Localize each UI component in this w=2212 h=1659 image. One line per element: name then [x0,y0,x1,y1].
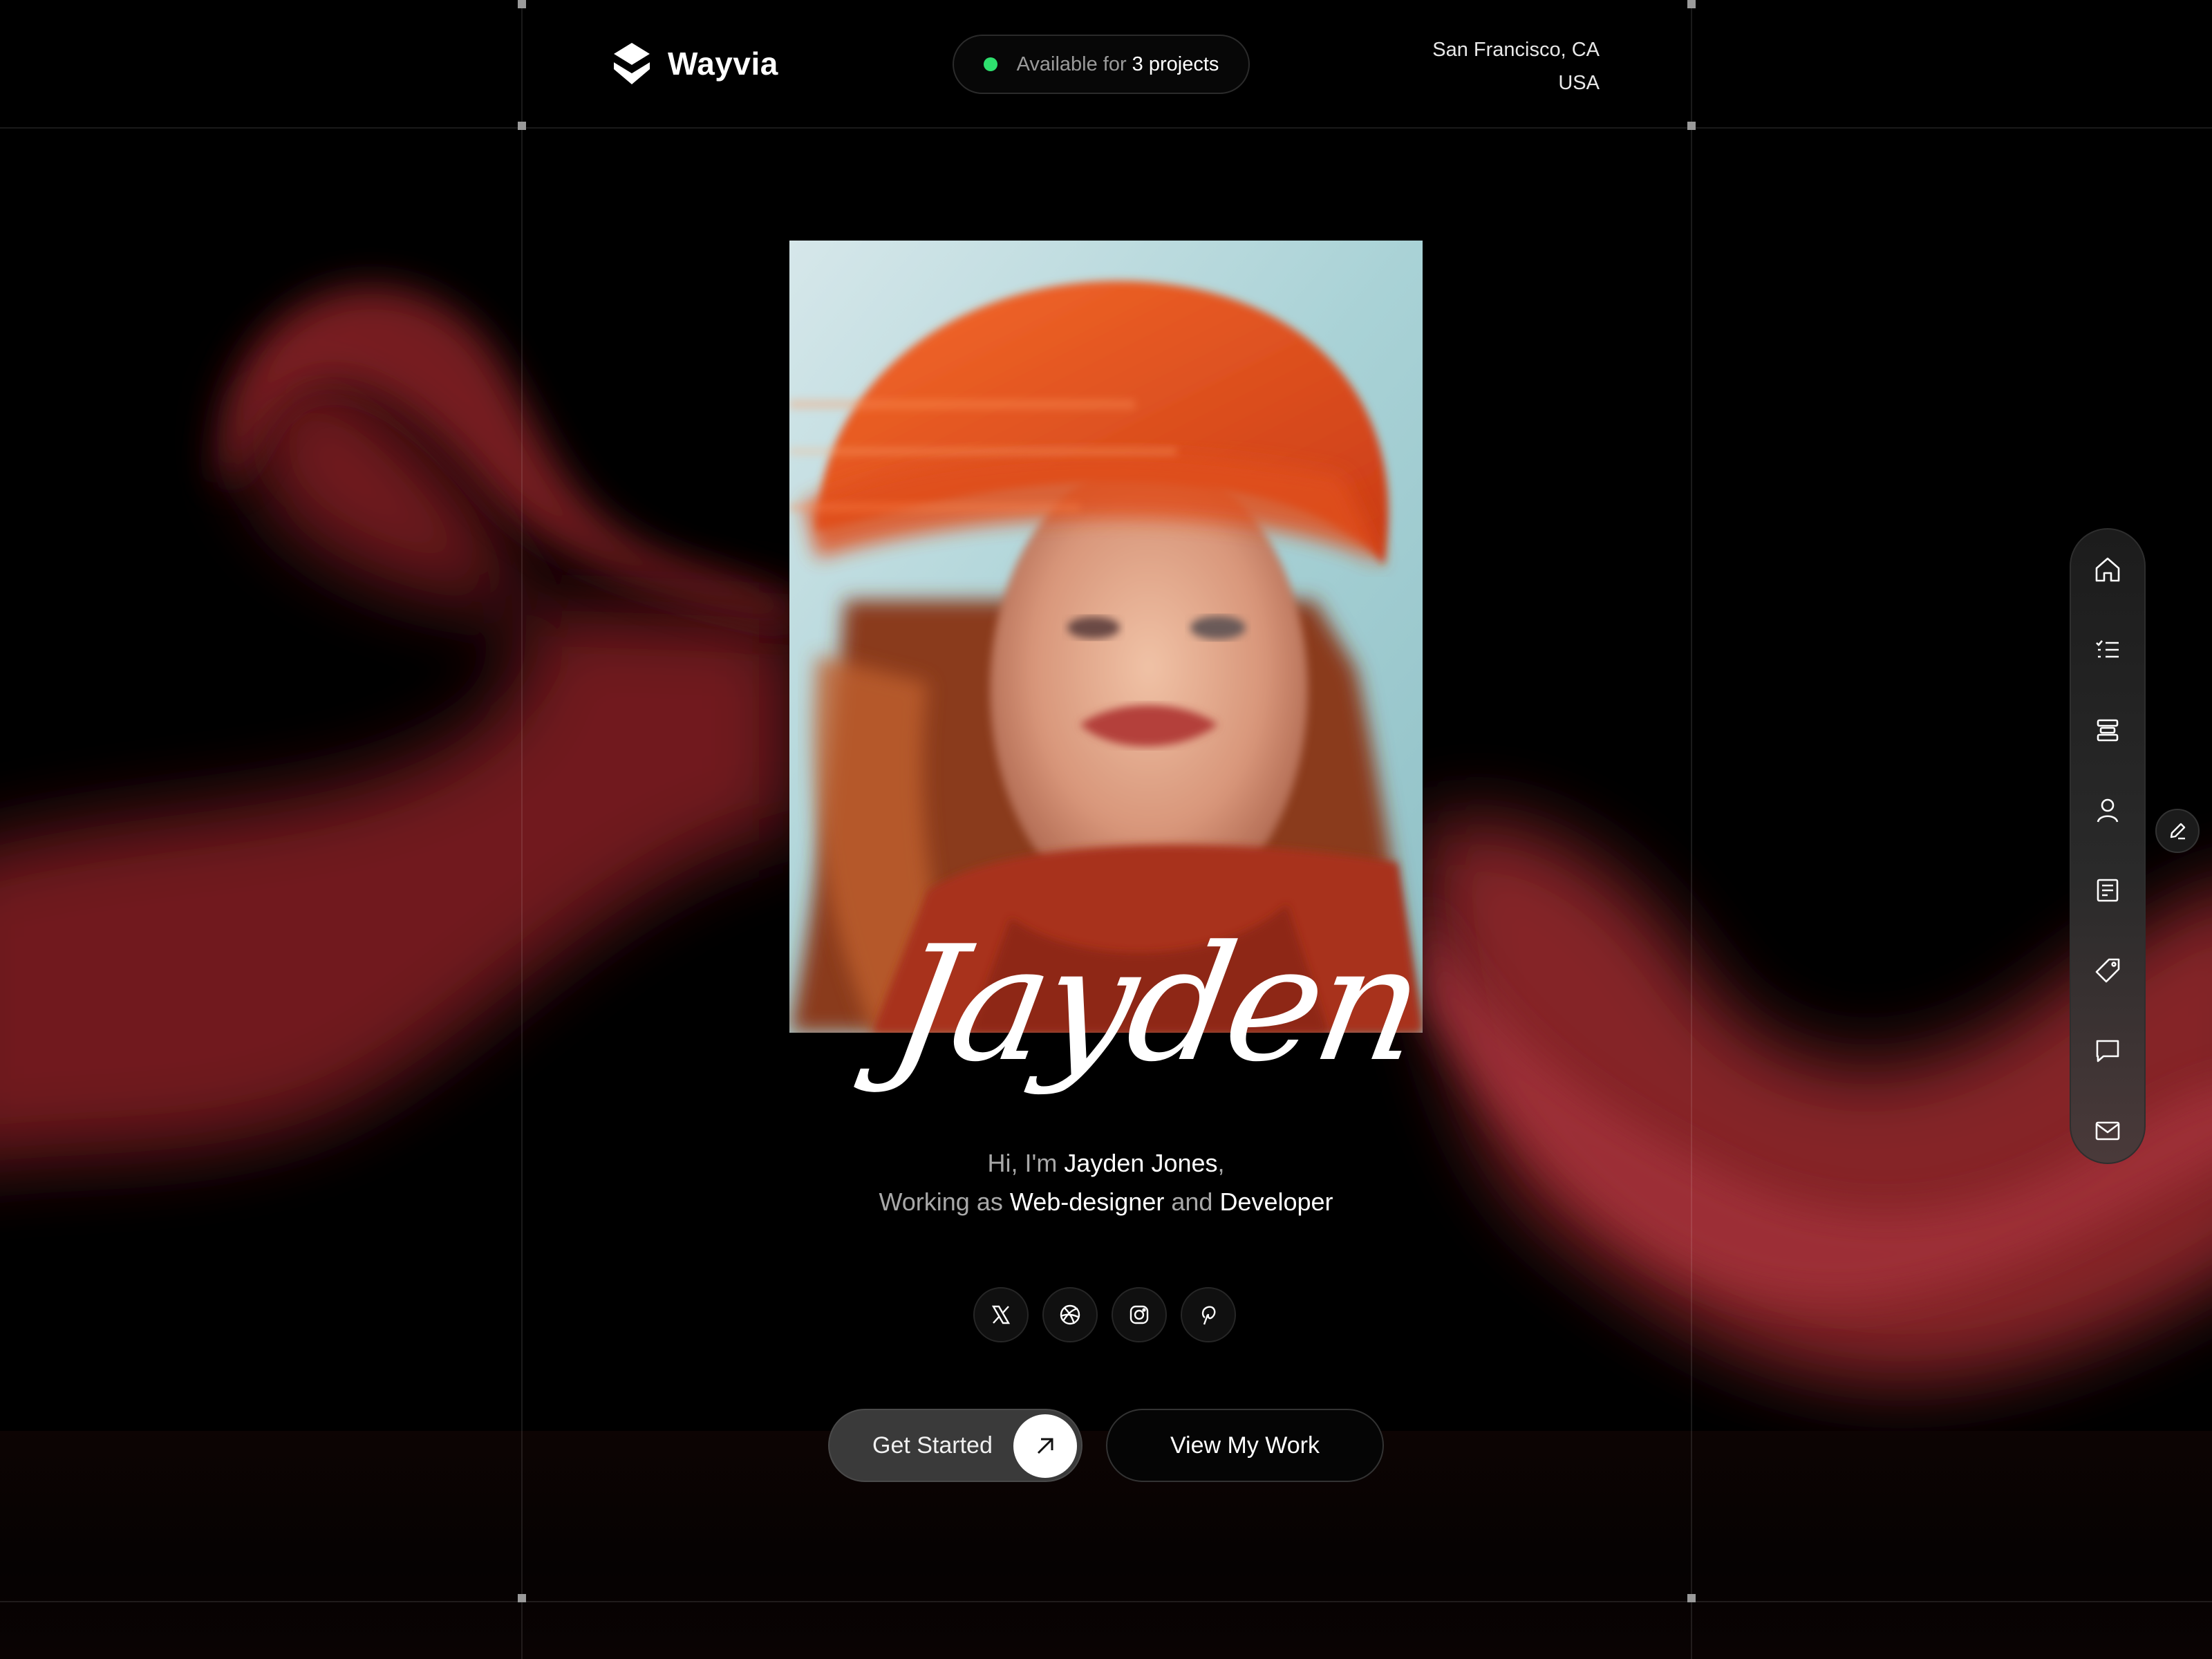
availability-badge: Available for 3 projects [953,35,1250,94]
location-country: USA [1558,72,1600,94]
brand-name: Wayvia [668,46,778,82]
intro-hi: Hi, I'm [987,1149,1058,1177]
intro-role-designer: Web-designer [1009,1188,1165,1216]
dribbble-icon [1059,1304,1081,1326]
nav-checklist[interactable] [2088,630,2127,669]
grid-corner [518,0,526,8]
view-my-work-label: View My Work [1170,1432,1320,1459]
grid-line [521,0,523,1659]
tag-icon [2094,957,2121,984]
availability-count: 3 projects [1132,53,1219,75]
diamond-logo-icon [611,41,653,86]
side-nav [2070,528,2146,1164]
intro-and: and [1171,1188,1213,1216]
services-icon [2094,716,2121,744]
bottom-band [0,1431,2212,1659]
nav-home[interactable] [2088,550,2127,589]
grid-line [0,1601,2212,1602]
grid-corner [1687,122,1696,130]
x-icon [991,1304,1011,1325]
social-dribbble-button[interactable] [1042,1287,1098,1342]
grid-corner [1687,1594,1696,1602]
intro-comma: , [1217,1149,1225,1177]
location: San Francisco, CA USA [1432,33,1600,100]
instagram-icon [1128,1304,1150,1326]
nav-pricing[interactable] [2088,951,2127,990]
brand-logo[interactable]: Wayvia [611,41,778,86]
view-my-work-button[interactable]: View My Work [1106,1409,1384,1482]
status-dot [983,57,997,71]
checklist-icon [2094,636,2121,664]
nav-services[interactable] [2088,711,2127,749]
nav-testimonials[interactable] [2088,1031,2127,1070]
arrow-up-right-icon [1013,1414,1077,1478]
user-icon [2094,796,2121,824]
location-city: San Francisco, CA [1432,39,1600,61]
intro-role-developer: Developer [1219,1188,1333,1216]
social-pinterest-button[interactable] [1181,1287,1236,1342]
social-x-button[interactable] [973,1287,1029,1342]
nav-about[interactable] [2088,791,2127,830]
grid-line [0,127,2212,129]
intro-working: Working as [879,1188,1003,1216]
nav-contact[interactable] [2088,1112,2127,1150]
get-started-label: Get Started [872,1432,993,1459]
social-instagram-button[interactable] [1112,1287,1167,1342]
pencil-icon [2167,821,2188,841]
grid-line [1691,0,1692,1659]
get-started-button[interactable]: Get Started [828,1409,1082,1482]
home-icon [2092,554,2123,585]
intro-text: Hi, I'm Jayden Jones, Working as Web-des… [0,1144,2212,1221]
grid-corner [518,122,526,130]
nav-resume[interactable] [2088,871,2127,910]
grid-corner [1687,0,1696,8]
availability-prefix: Available for [1016,53,1127,75]
edit-button[interactable] [2155,809,2200,853]
grid-corner [518,1594,526,1602]
chat-icon [2094,1037,2121,1065]
social-links [973,1287,1236,1342]
document-icon [2094,877,2121,904]
signature-text: Jayden [879,912,1433,1097]
intro-name: Jayden Jones [1064,1149,1218,1177]
mail-icon [2094,1117,2121,1145]
pinterest-icon [1198,1304,1219,1326]
